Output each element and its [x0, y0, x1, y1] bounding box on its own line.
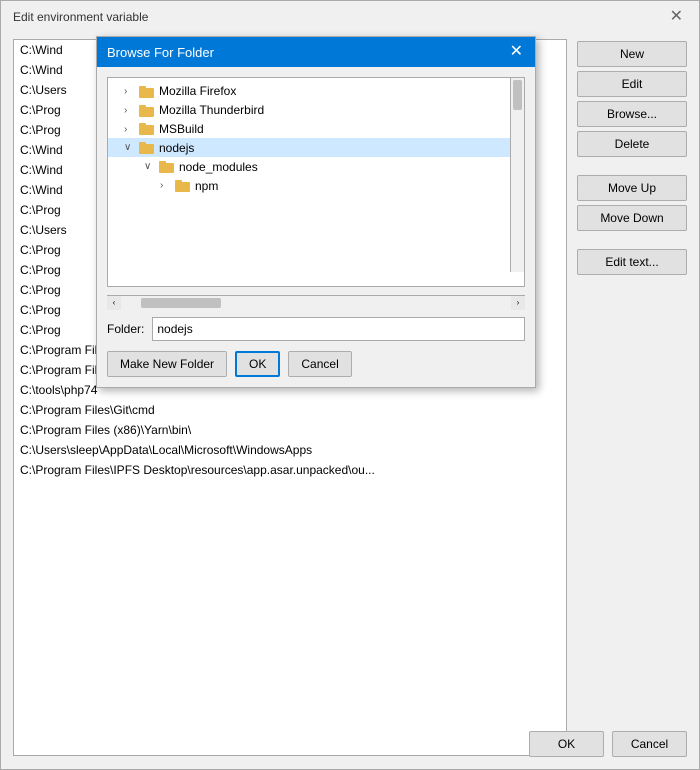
list-item[interactable]: C:\Program Files (x86)\Yarn\bin\: [14, 420, 566, 440]
tree-scrollbar-v[interactable]: [510, 78, 524, 272]
right-panel: New Edit Browse... Delete Move Up Move D…: [577, 39, 687, 756]
tree-item[interactable]: ∨ node_modules: [108, 157, 524, 176]
tree-item[interactable]: › MSBuild: [108, 120, 524, 139]
tree-item-label: node_modules: [179, 160, 258, 174]
browse-button[interactable]: Browse...: [577, 101, 687, 127]
tree-inner: › Mozilla Firefox › Mozilla Thunderbird › MSB…: [108, 78, 524, 199]
main-ok-button[interactable]: OK: [529, 731, 604, 757]
folder-icon: [139, 84, 159, 99]
h-scroll-right-button[interactable]: ›: [511, 296, 525, 310]
main-title-text: Edit environment variable: [13, 10, 148, 24]
tree-item-label: Mozilla Firefox: [159, 84, 236, 98]
folder-icon: [139, 122, 159, 137]
browse-close-button[interactable]: ✕: [508, 44, 525, 60]
list-item[interactable]: C:\Program Files\Git\cmd: [14, 400, 566, 420]
tree-chevron-icon: ›: [124, 86, 136, 97]
tree-item-label: Mozilla Thunderbird: [159, 103, 264, 117]
bottom-bar: OK Cancel: [529, 731, 687, 757]
tree-item[interactable]: › Mozilla Thunderbird: [108, 101, 524, 120]
main-dialog: Edit environment variable ✕ C:\WindC:\Wi…: [0, 0, 700, 770]
h-scroll-left-button[interactable]: ‹: [107, 296, 121, 310]
main-close-button[interactable]: ✕: [666, 9, 687, 25]
h-scroll-track[interactable]: [121, 296, 511, 310]
folder-input[interactable]: [152, 317, 525, 341]
folder-icon: [139, 103, 159, 118]
tree-item[interactable]: ∨ nodejs: [108, 138, 524, 157]
tree-item-label: nodejs: [159, 141, 194, 155]
browse-title-text: Browse For Folder: [107, 45, 214, 60]
folder-icon: [139, 140, 159, 155]
folder-icon: [159, 159, 179, 174]
tree-chevron-icon: ∨: [144, 161, 156, 172]
tree-chevron-icon: ›: [160, 180, 172, 191]
list-item[interactable]: C:\Users\sleep\AppData\Local\Microsoft\W…: [14, 440, 566, 460]
tree-chevron-icon: ›: [124, 105, 136, 116]
tree-item[interactable]: › Mozilla Firefox: [108, 82, 524, 101]
browse-buttons: Make New Folder OK Cancel: [107, 351, 525, 377]
list-item[interactable]: C:\Program Files\IPFS Desktop\resources\…: [14, 460, 566, 480]
tree-item[interactable]: › npm: [108, 176, 524, 195]
delete-button[interactable]: Delete: [577, 131, 687, 157]
edit-button[interactable]: Edit: [577, 71, 687, 97]
tree-chevron-icon: ∨: [124, 142, 136, 153]
browse-ok-button[interactable]: OK: [235, 351, 280, 377]
new-button[interactable]: New: [577, 41, 687, 67]
folder-label: Folder:: [107, 322, 144, 336]
move-down-button[interactable]: Move Down: [577, 205, 687, 231]
tree-item-label: MSBuild: [159, 122, 204, 136]
tree-scrollbar-thumb: [513, 80, 522, 110]
browse-cancel-button[interactable]: Cancel: [288, 351, 351, 377]
folder-row: Folder:: [107, 317, 525, 341]
h-scroll-area: ‹ ›: [107, 295, 525, 309]
folder-icon: [175, 178, 195, 193]
browse-title-bar: Browse For Folder ✕: [97, 37, 535, 67]
make-new-folder-button[interactable]: Make New Folder: [107, 351, 227, 377]
tree-area[interactable]: › Mozilla Firefox › Mozilla Thunderbird › MSB…: [107, 77, 525, 287]
main-cancel-button[interactable]: Cancel: [612, 731, 687, 757]
tree-item-label: npm: [195, 179, 218, 193]
browse-dialog: Browse For Folder ✕ › Mozilla Firefox › Moz…: [96, 36, 536, 388]
h-scroll-thumb: [141, 298, 221, 308]
main-title-bar: Edit environment variable ✕: [1, 1, 699, 31]
move-up-button[interactable]: Move Up: [577, 175, 687, 201]
browse-content: › Mozilla Firefox › Mozilla Thunderbird › MSB…: [97, 67, 535, 387]
edit-text-button[interactable]: Edit text...: [577, 249, 687, 275]
tree-chevron-icon: ›: [124, 124, 136, 135]
